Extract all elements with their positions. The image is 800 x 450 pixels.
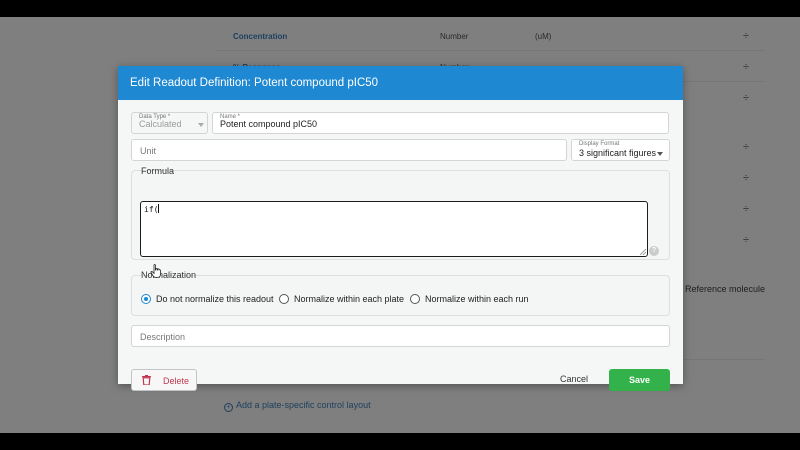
radio-normalize-run[interactable]: Normalize within each run xyxy=(410,294,529,304)
delete-label: Delete xyxy=(163,376,190,386)
chevron-down-icon xyxy=(198,123,204,127)
drag-handle-icon[interactable]: ÷ xyxy=(743,172,749,184)
modal-title: Edit Readout Definition: Potent compound… xyxy=(130,77,379,89)
drag-handle-icon[interactable]: ÷ xyxy=(743,141,749,153)
description-placeholder: Description xyxy=(140,332,186,342)
drag-handle-icon[interactable]: ÷ xyxy=(743,234,749,246)
save-button[interactable]: Save xyxy=(609,369,670,391)
add-control-layout-link[interactable]: + Add a plate-specific control layout xyxy=(224,400,371,412)
display-format-value: 3 significant figures xyxy=(579,148,657,158)
radio-selected-icon xyxy=(141,294,151,304)
cancel-button[interactable]: Cancel xyxy=(560,374,588,384)
display-format-select[interactable]: Display Format 3 significant figures xyxy=(571,139,670,161)
delete-button[interactable]: Delete xyxy=(131,369,197,391)
chevron-down-icon xyxy=(657,152,663,156)
radio-unselected-icon xyxy=(410,294,420,304)
bg-reference-molecule: Reference molecule xyxy=(685,284,766,294)
radio-unselected-icon xyxy=(279,294,289,304)
description-field[interactable]: Description xyxy=(131,325,670,347)
help-icon[interactable]: ? xyxy=(649,246,659,256)
hand-cursor-icon xyxy=(150,264,161,278)
bg-readout-name: Concentration xyxy=(233,32,288,41)
plus-circle-icon: + xyxy=(224,403,233,412)
text-cursor xyxy=(158,204,160,213)
name-field[interactable]: Name * Potent compound pIC50 xyxy=(212,112,669,134)
radio-normalize-plate[interactable]: Normalize within each plate xyxy=(279,294,404,304)
unit-placeholder: Unit xyxy=(140,146,157,156)
name-input-value[interactable]: Potent compound pIC50 xyxy=(220,119,317,129)
drag-handle-icon[interactable]: ÷ xyxy=(743,61,749,73)
radio-label: Normalize within each run xyxy=(425,294,529,304)
formula-text: if( xyxy=(144,205,159,214)
radio-label: Normalize within each plate xyxy=(294,294,405,304)
drag-handle-icon[interactable]: ÷ xyxy=(743,92,749,104)
bg-readout-unit: (uM) xyxy=(535,32,552,41)
drag-handle-icon[interactable]: ÷ xyxy=(743,203,749,215)
data-type-select: Data Type * Calculated xyxy=(131,112,208,134)
modal-header: Edit Readout Definition: Potent compound… xyxy=(118,66,683,100)
formula-title: Formula xyxy=(141,166,175,176)
display-format-label: Display Format xyxy=(579,141,620,147)
trash-icon xyxy=(142,375,151,385)
app-screen: Concentration Number (uM) ÷ % Response N… xyxy=(0,17,800,433)
radio-no-normalization[interactable]: Do not normalize this readout xyxy=(141,294,274,304)
radio-label: Do not normalize this readout xyxy=(156,294,274,304)
formula-editor[interactable]: if( xyxy=(140,201,648,257)
add-control-layout-label: Add a plate-specific control layout xyxy=(236,400,371,410)
data-type-value: Calculated xyxy=(139,119,182,129)
bg-readout-type: Number xyxy=(440,32,469,41)
bg-table-row: Concentration Number (uM) ÷ xyxy=(215,20,765,51)
unit-field[interactable]: Unit xyxy=(131,139,567,161)
drag-handle-icon[interactable]: ÷ xyxy=(743,30,749,42)
edit-readout-modal: Edit Readout Definition: Potent compound… xyxy=(118,66,683,391)
resize-grip-icon[interactable] xyxy=(640,249,646,255)
